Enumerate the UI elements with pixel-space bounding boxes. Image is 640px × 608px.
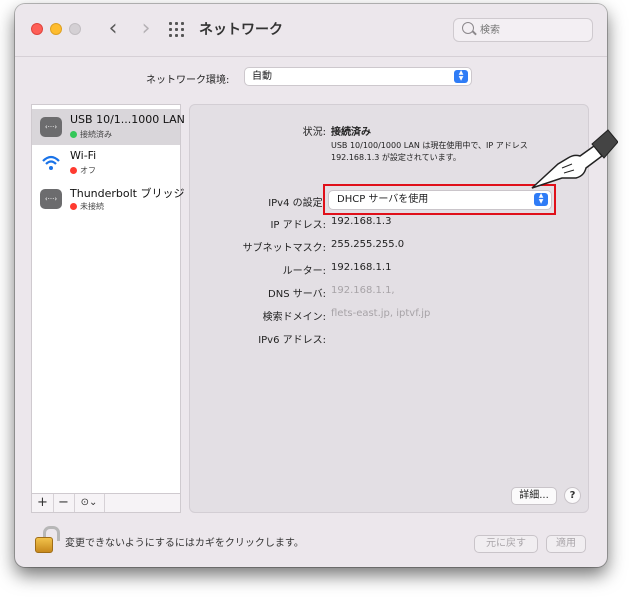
lock-body — [35, 537, 53, 553]
advanced-button[interactable]: 詳細... — [511, 487, 557, 505]
location-select[interactable]: 自動 ▲ ▼ — [244, 67, 472, 86]
search-field[interactable] — [453, 18, 593, 42]
wifi-icon — [40, 153, 62, 173]
service-item-wifi[interactable]: Wi-Fi オフ — [32, 145, 180, 181]
status-value: 接続済み — [331, 127, 371, 138]
apply-button[interactable]: 適用 — [546, 535, 586, 553]
dns-label: DNS サーバ: — [268, 289, 326, 300]
service-name: Thunderbolt ブリッジ — [70, 187, 185, 200]
service-item-thunderbolt[interactable]: ‹···› Thunderbolt ブリッジ 未接続 — [32, 181, 185, 217]
revert-button[interactable]: 元に戻す — [474, 535, 538, 553]
forward-button[interactable]: › — [135, 18, 157, 42]
highlight-box — [323, 184, 556, 215]
show-all-grid-icon[interactable] — [169, 22, 185, 38]
service-name: Wi-Fi — [70, 149, 97, 162]
router-value: 192.168.1.1 — [331, 262, 392, 273]
subnet-label: サブネットマスク: — [242, 243, 326, 254]
ethernet-icon: ‹···› — [40, 189, 62, 209]
search-domain-label: 検索ドメイン: — [262, 312, 326, 323]
window-title: ネットワーク — [199, 22, 283, 38]
remove-service-button[interactable]: − — [53, 494, 75, 512]
service-status-text: 未接続 — [80, 202, 104, 211]
network-preferences-window: ‹ › ネットワーク ネットワーク環境: 自動 ▲▼ ‹···› USB 10/… — [15, 4, 607, 567]
service-name: USB 10/1...1000 LAN — [70, 113, 185, 126]
status-dot-red — [70, 167, 77, 174]
status-label: 状況: — [302, 127, 326, 138]
titlebar: ‹ › ネットワーク — [15, 4, 607, 57]
search-icon — [462, 22, 474, 34]
status-dot-green — [70, 131, 77, 138]
location-value: 自動 — [252, 71, 272, 82]
service-status: 未接続 — [70, 201, 104, 212]
pointing-hand-icon — [531, 129, 618, 189]
ip-address-value: 192.168.1.3 — [331, 216, 392, 227]
service-list: ‹···› USB 10/1...1000 LAN 接続済み Wi-Fi オフ … — [31, 104, 185, 494]
lock-hint-text: 変更できないようにするにはカギをクリックします。 — [65, 538, 304, 549]
location-label: ネットワーク環境: — [146, 75, 230, 86]
service-status-text: オフ — [80, 166, 96, 175]
router-label: ルーター: — [282, 266, 326, 277]
ip-address-label: IP アドレス: — [270, 220, 326, 231]
ethernet-icon: ‹···› — [40, 117, 62, 137]
back-button[interactable]: ‹ — [102, 18, 124, 42]
status-description: USB 10/100/1000 LAN は現在使用中で、IP アドレス 192.… — [331, 141, 528, 162]
popup-stepper-icon: ▲ ▼ — [454, 70, 468, 83]
help-button[interactable]: ? — [564, 487, 581, 504]
service-toolbar: + − ⊙⌄ — [31, 494, 181, 513]
ipv6-label: IPv6 アドレス: — [258, 335, 326, 346]
ipv4-label: IPv4 の設定: — [268, 198, 326, 209]
subnet-value: 255.255.255.0 — [331, 239, 405, 250]
service-item-usb-lan[interactable]: ‹···› USB 10/1...1000 LAN 接続済み — [32, 109, 185, 145]
service-status-text: 接続済み — [80, 130, 112, 139]
zoom-button[interactable] — [69, 23, 81, 35]
service-status: オフ — [70, 165, 96, 176]
search-domain-value: flets-east.jp, iptvf.jp — [331, 308, 431, 319]
minimize-button[interactable] — [50, 23, 62, 35]
action-menu-button[interactable]: ⊙⌄ — [74, 494, 105, 512]
lock-icon[interactable] — [33, 525, 60, 555]
service-status: 接続済み — [70, 129, 112, 140]
search-input[interactable] — [480, 22, 580, 38]
status-dot-red — [70, 203, 77, 210]
add-service-button[interactable]: + — [32, 494, 54, 512]
close-button[interactable] — [31, 23, 43, 35]
dns-value: 192.168.1.1, — [331, 285, 395, 296]
